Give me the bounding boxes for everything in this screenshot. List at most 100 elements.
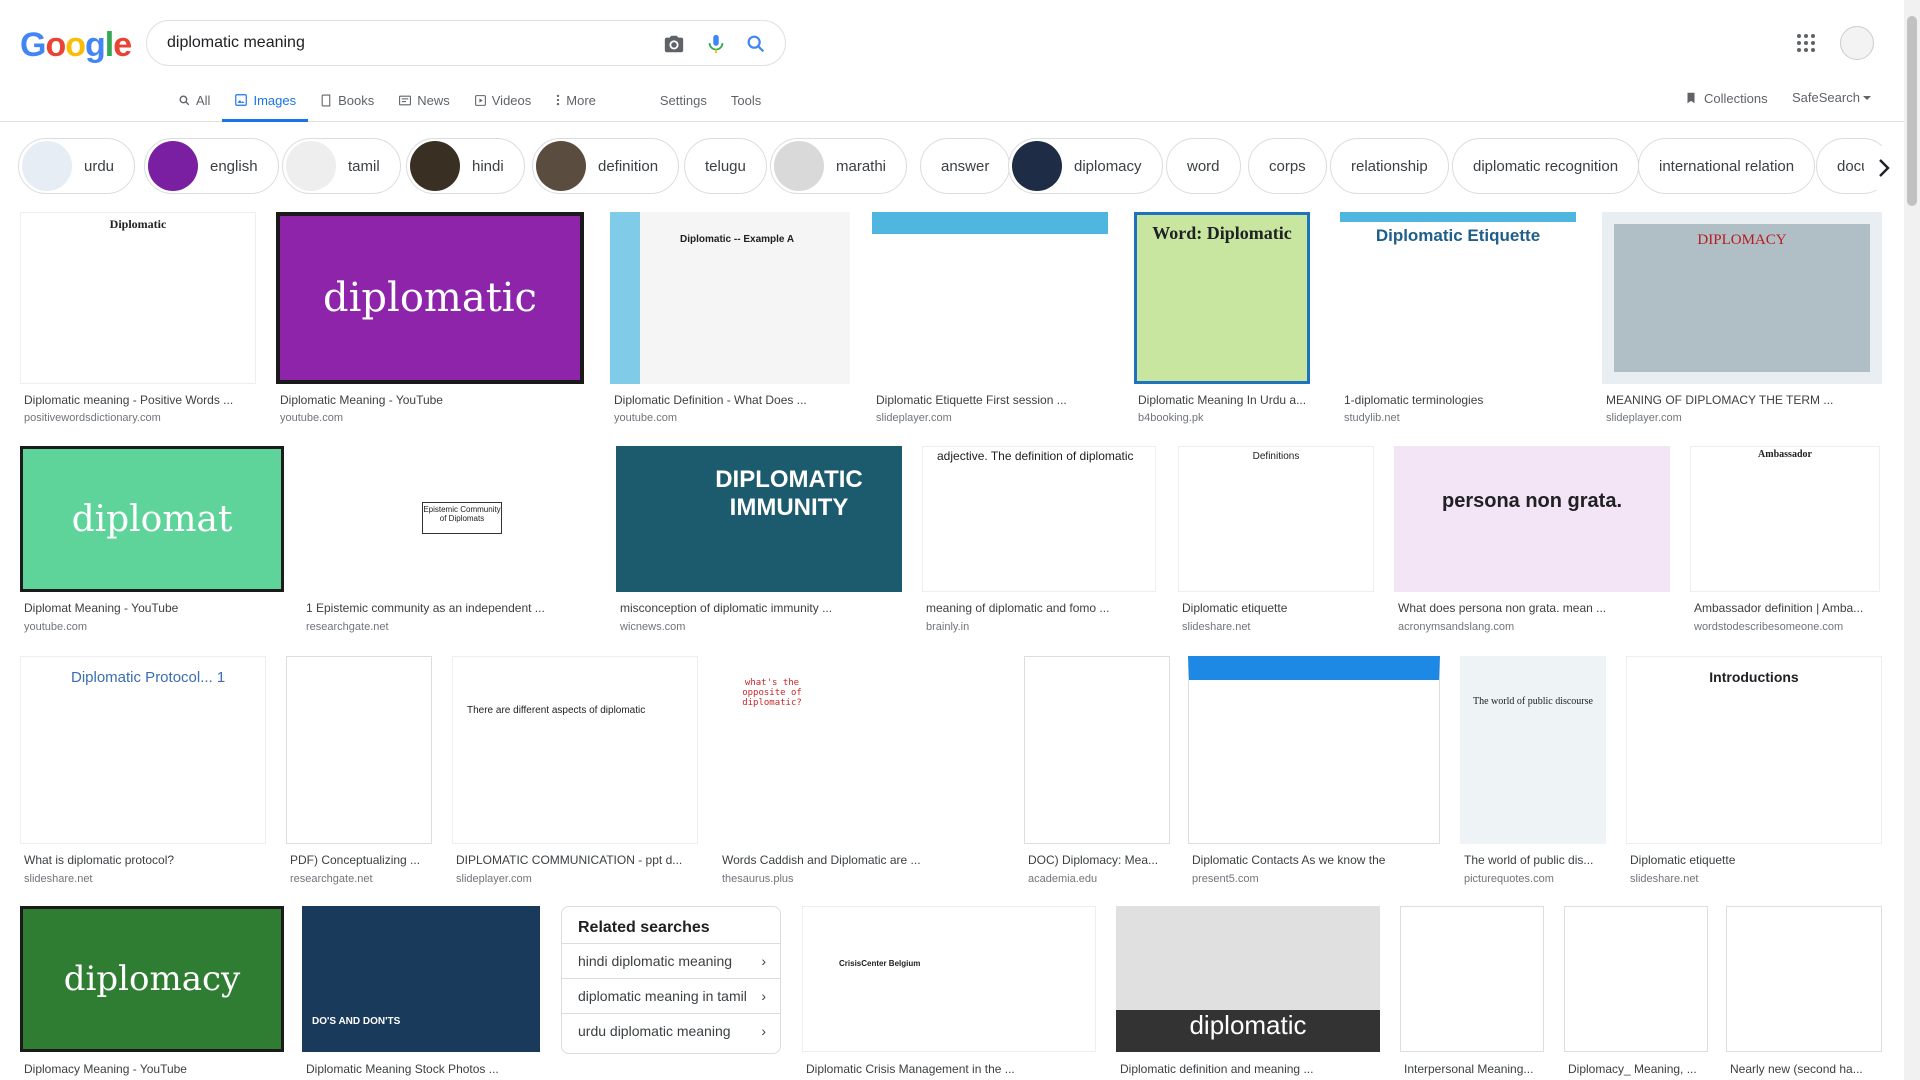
chip-thumbnail bbox=[286, 141, 336, 191]
avatar[interactable] bbox=[1840, 26, 1874, 60]
image-result[interactable]: Interpersonal Meaning... bbox=[1400, 906, 1546, 1080]
chip-english[interactable]: english bbox=[144, 138, 279, 194]
result-thumbnail: DIPLOMACY bbox=[1602, 212, 1882, 384]
page-scrollbar[interactable] bbox=[1904, 0, 1920, 1080]
image-result[interactable]: diplomacy Diplomacy Meaning - YouTube bbox=[20, 906, 290, 1080]
image-icon bbox=[235, 94, 248, 106]
related-search-item[interactable]: diplomatic meaning in tamil › bbox=[562, 978, 780, 1013]
image-result[interactable]: The world of public discourse The world … bbox=[1460, 656, 1608, 888]
image-result[interactable]: Diplomatic Etiquette 1-diplomatic termin… bbox=[1340, 212, 1580, 430]
result-thumbnail: adjective. The definition of diplomatic bbox=[922, 446, 1156, 592]
tab-images[interactable]: Images bbox=[222, 88, 309, 122]
search-box[interactable] bbox=[146, 20, 786, 66]
image-result[interactable]: what's the opposite of diplomatic? Words… bbox=[718, 656, 1004, 888]
image-result[interactable]: persona non grata. What does persona non… bbox=[1394, 446, 1676, 636]
tab-label: More bbox=[566, 92, 596, 108]
related-search-label: hindi diplomatic meaning bbox=[578, 953, 733, 969]
chip-urdu[interactable]: urdu bbox=[18, 138, 136, 194]
image-result[interactable]: Ambassador Ambassador definition | Amba.… bbox=[1690, 446, 1886, 636]
image-result[interactable]: DIPLOMACY MEANING OF DIPLOMACY THE TERM … bbox=[1602, 212, 1884, 430]
scrollbar-thumb[interactable] bbox=[1907, 16, 1917, 206]
mic-icon[interactable] bbox=[705, 33, 727, 55]
image-result[interactable]: Diplomatic -- Example A Diplomatic Defin… bbox=[610, 212, 854, 430]
apps-icon[interactable] bbox=[1796, 33, 1816, 53]
image-result[interactable]: diplomat Diplomat Meaning - YouTube yout… bbox=[20, 446, 290, 636]
chip-corps[interactable]: corps bbox=[1248, 138, 1327, 194]
chevron-right-icon bbox=[1879, 159, 1890, 177]
chevron-down-icon bbox=[1862, 95, 1871, 100]
image-result[interactable]: Definitions Diplomatic etiquette slidesh… bbox=[1178, 446, 1376, 636]
image-result[interactable]: Epistemic Community of Diplomats 1 Epist… bbox=[302, 446, 598, 636]
result-domain: slideshare.net bbox=[24, 873, 93, 885]
image-result[interactable]: adjective. The definition of diplomatic … bbox=[922, 446, 1158, 636]
related-search-item[interactable]: hindi diplomatic meaning › bbox=[562, 943, 780, 978]
chip-answer[interactable]: answer bbox=[920, 138, 1011, 194]
result-domain: b4booking.pk bbox=[1138, 412, 1204, 424]
chip-diplomacy[interactable]: diplomacy bbox=[1008, 138, 1163, 194]
image-result[interactable]: DIPLOMATIC IMMUNITY misconception of dip… bbox=[616, 446, 904, 636]
image-result[interactable]: Diplomacy_ Meaning, ... bbox=[1564, 906, 1710, 1080]
tab-videos[interactable]: Videos bbox=[462, 88, 544, 122]
search-input[interactable] bbox=[167, 31, 627, 55]
chip-hindi[interactable]: hindi bbox=[406, 138, 525, 194]
chevron-right-icon: › bbox=[761, 953, 766, 969]
thumbnail-text: persona non grata. bbox=[1441, 490, 1623, 512]
image-result[interactable]: Word: Diplomatic Diplomatic Meaning In U… bbox=[1134, 212, 1314, 430]
image-result[interactable]: Introductions Diplomatic etiquette slide… bbox=[1626, 656, 1886, 888]
related-search-label: diplomatic meaning in tamil bbox=[578, 988, 747, 1004]
result-thumbnail bbox=[1400, 906, 1544, 1052]
image-result[interactable]: DO'S AND DON'TS Diplomatic Meaning Stock… bbox=[302, 906, 542, 1080]
tab-books[interactable]: Books bbox=[308, 88, 386, 122]
chip-label: tamil bbox=[348, 157, 380, 175]
result-title: Diplomacy Meaning - YouTube bbox=[24, 1062, 187, 1076]
chip-relationship[interactable]: relationship bbox=[1330, 138, 1449, 194]
result-thumbnail: persona non grata. bbox=[1394, 446, 1670, 592]
tab-label: All bbox=[196, 92, 211, 108]
image-result[interactable]: PDF) Conceptualizing ... researchgate.ne… bbox=[286, 656, 434, 888]
camera-icon[interactable] bbox=[663, 33, 685, 55]
chip-tamil[interactable]: tamil bbox=[282, 138, 401, 194]
chip-diplomatic-recognition[interactable]: diplomatic recognition bbox=[1452, 138, 1640, 194]
chips-next-button[interactable] bbox=[1864, 146, 1904, 190]
thumbnail-text: DO'S AND DON'TS bbox=[312, 1016, 401, 1027]
related-searches-card: Related searches hindi diplomatic meanin… bbox=[561, 906, 781, 1054]
top-header: Google All Images Books bbox=[0, 0, 1904, 122]
tab-more[interactable]: More bbox=[543, 88, 608, 122]
result-title: 1-diplomatic terminologies bbox=[1344, 393, 1484, 407]
result-title: PDF) Conceptualizing ... bbox=[290, 853, 421, 867]
image-result[interactable]: There are different aspects of diplomati… bbox=[452, 656, 700, 888]
result-domain: youtube.com bbox=[280, 412, 343, 424]
tools-link[interactable]: Tools bbox=[719, 88, 773, 122]
safesearch-dropdown[interactable]: SafeSearch bbox=[1792, 90, 1872, 105]
image-result[interactable]: DOC) Diplomacy: Mea... academia.edu bbox=[1024, 656, 1172, 888]
chip-marathi[interactable]: marathi bbox=[770, 138, 908, 194]
result-title: Diplomatic definition and meaning ... bbox=[1120, 1062, 1314, 1076]
thumbnail-text: There are different aspects of diplomati… bbox=[467, 705, 646, 716]
tab-all[interactable]: All bbox=[166, 88, 222, 122]
google-logo[interactable]: Google bbox=[20, 26, 132, 65]
result-thumbnail: Diplomatic Etiquette bbox=[1340, 212, 1576, 384]
image-result[interactable]: Meaning of Diplomatic terminologies Dipl… bbox=[872, 212, 1114, 430]
image-result[interactable]: Nearly new (second ha... bbox=[1726, 906, 1886, 1080]
chip-international-relation[interactable]: international relation bbox=[1638, 138, 1816, 194]
image-result[interactable]: diplomatic Diplomatic Meaning - YouTube … bbox=[276, 212, 598, 430]
image-result[interactable]: CrisisCenter Belgium Diplomatic Crisis M… bbox=[802, 906, 1098, 1080]
thumbnail-text: Diplomatic bbox=[109, 217, 167, 231]
related-search-item[interactable]: urdu diplomatic meaning › bbox=[562, 1013, 780, 1048]
image-result[interactable]: Diplomatic Protocol... 1 What is diploma… bbox=[20, 656, 270, 888]
chip-telugu[interactable]: telugu bbox=[684, 138, 767, 194]
collections-link[interactable]: Collections bbox=[1684, 90, 1768, 106]
image-result[interactable]: diplomatic Diplomatic definition and mea… bbox=[1116, 906, 1382, 1080]
chip-thumbnail bbox=[22, 141, 72, 191]
chip-definition[interactable]: definition bbox=[532, 138, 680, 194]
image-result[interactable]: Diplomatic Contacts As we know the prese… bbox=[1188, 656, 1442, 888]
tab-news[interactable]: News bbox=[386, 88, 462, 122]
chip-label: diplomatic recognition bbox=[1473, 157, 1619, 175]
search-icon[interactable] bbox=[745, 33, 767, 55]
settings-link[interactable]: Settings bbox=[648, 88, 719, 122]
image-result[interactable]: Diplomatic Diplomatic meaning - Positive… bbox=[20, 212, 260, 430]
thumbnail-text: diplomatic bbox=[280, 216, 580, 380]
result-domain: present5.com bbox=[1192, 873, 1259, 885]
chip-label: answer bbox=[941, 157, 990, 175]
chip-word[interactable]: word bbox=[1166, 138, 1241, 194]
